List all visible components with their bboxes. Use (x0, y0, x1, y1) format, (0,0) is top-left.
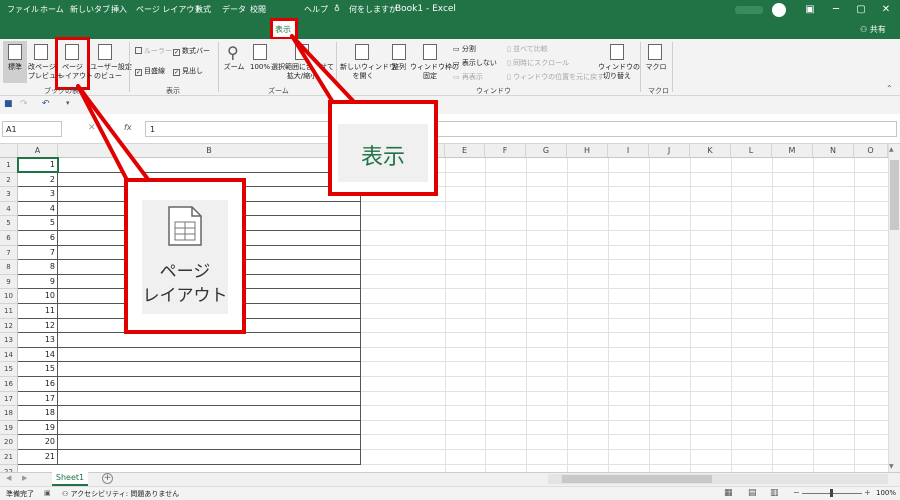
view-tab-pointer (290, 34, 358, 106)
page-layout-callout-line2: レイアウト (142, 286, 228, 306)
view-tab-callout-label: 表示 (360, 145, 405, 170)
page-layout-large-icon (168, 206, 202, 246)
page-layout-callout-label: ページ レイアウト (142, 260, 228, 308)
page-layout-callout-line1: ページ (159, 262, 211, 282)
page-layout-pointer (76, 84, 152, 184)
